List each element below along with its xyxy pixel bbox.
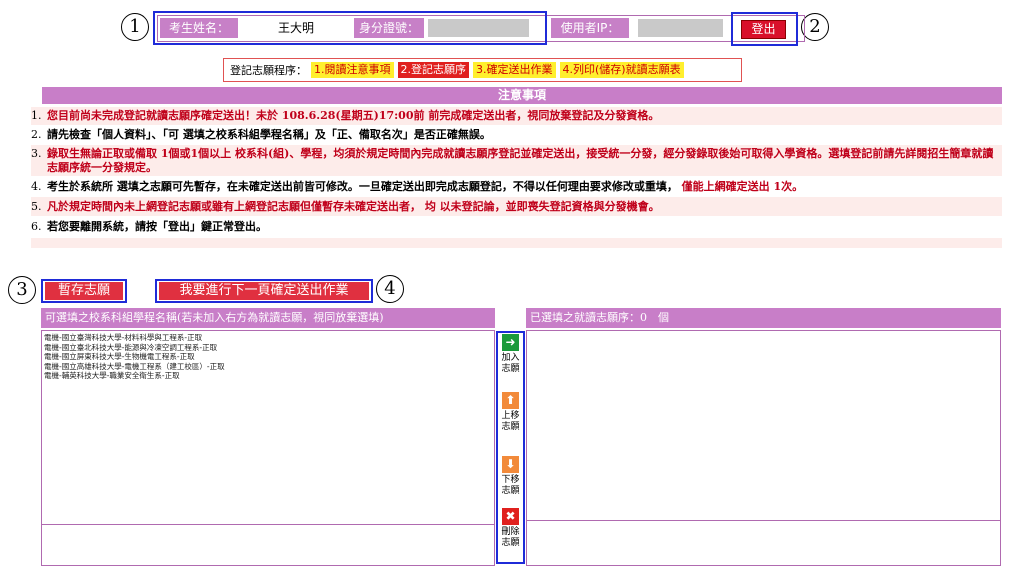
move-down-label-1: 下移 [501,475,520,485]
notice-num: 2. [31,128,42,141]
notice-item-5: 5. 凡於規定時間內未上網登記志願或雖有上網登記志願但僅暫存未確定送出者， 均 … [31,197,1002,216]
program-options: 電機-國立臺灣科技大學-材料科學與工程系-正取 電機-國立臺北科技大學-能源與冷… [44,333,489,381]
notice-item-6: 6. 若您要離開系統，請按「登出」鍵正常登出。 [31,216,1002,238]
ip-label: 使用者IP： [551,18,629,38]
callout-3: 3 [8,276,36,304]
notice-item-3: 3. 錄取生無論正取或備取 1個或1個以上 校系科(組)、學程，均須於規定時間內… [31,145,1002,176]
id-label: 身分證號： [354,18,424,38]
notice-text: 請先檢查「個人資料」、「可 選填之校系科組學程名稱」及「正、備取名次」是否正確無… [47,128,491,141]
notice-text: 您目前尚未完成登記就讀志願序確定送出！未於 108.6.28(星期五)17:00… [47,109,660,122]
arrow-right-icon: ➜ [502,334,519,351]
move-up-label-1: 上移 [501,411,520,421]
arrow-down-icon: ⬇ [502,456,519,473]
delete-choice-label-1: 刪除 [501,527,520,537]
close-icon: ✖ [502,508,519,525]
notice-text: 錄取生無論正取或備取 1個或1個以上 校系科(組)、學程，均須於規定時間內完成就… [47,147,994,174]
notice-num: 4. [31,179,42,193]
notice-title: 注意事項 [42,87,1002,104]
list-item[interactable]: 電機-國立臺灣科技大學-材料科學與工程系-正取 [44,333,489,343]
notice-num: 3. [31,147,42,160]
step-4[interactable]: 4.列印(儲存)就讀志願表 [559,62,684,78]
notice-text: 考生於系統所 選填之志願可先暫存，在未確定送出前皆可修改。一旦確定送出即完成志願… [47,179,678,193]
notice-item-4: 4. 考生於系統所 選填之志願可先暫存，在未確定送出前皆可修改。一旦確定送出即完… [31,176,1002,197]
list-item[interactable]: 電機-國立臺北科技大學-能源與冷凍空調工程系-正取 [44,343,489,353]
registration-steps: 登記志願程序： 1.閱讀注意事項 2.登記志願序 3.確定送出作業 4.列印(儲… [223,58,742,82]
notice-list: 1. 您目前尚未完成登記就讀志願序確定送出！未於 108.6.28(星期五)17… [31,107,1002,248]
name-value: 王大明 [278,21,315,35]
id-value [428,19,529,37]
selected-choices-title: 已選填之就讀志願序：0 個 [526,308,1001,328]
list-item[interactable]: 電機-國立高雄科技大學-電機工程系（建工校區）-正取 [44,362,489,372]
callout-2: 2 [801,13,829,41]
panel-divider [41,524,495,525]
next-step-button[interactable]: 我要進行下一頁確定送出作業 [159,282,369,300]
list-item[interactable]: 電機-國立屏東科技大學-生物機電工程系-正取 [44,352,489,362]
move-down-button[interactable]: ⬇ 下移 志願 [498,456,523,497]
move-up-label-2: 志願 [501,422,520,432]
notice-num: 6. [31,220,42,233]
add-choice-label-1: 加入 [501,353,520,363]
steps-title: 登記志願程序： [230,64,307,77]
name-label: 考生姓名： [160,18,238,38]
delete-choice-button[interactable]: ✖ 刪除 志願 [498,508,523,549]
move-up-button[interactable]: ⬆ 上移 志願 [498,392,523,433]
available-programs-title: 可選填之校系科組學程名稱(若未加入右方為就讀志願，視同放棄選填) [41,308,495,328]
add-choice-button[interactable]: ➜ 加入 志願 [498,334,523,375]
save-draft-button[interactable]: 暫存志願 [45,282,123,300]
step-1[interactable]: 1.閱讀注意事項 [311,62,394,78]
ip-value [638,19,723,37]
notice-text-emphasis: 僅能上網確定送出 1次。 [677,179,804,193]
callout-4: 4 [376,275,404,303]
notice-item-2: 2. 請先檢查「個人資料」、「可 選填之校系科組學程名稱」及「正、備取名次」是否… [31,125,1002,145]
list-item[interactable]: 電機-輔英科技大學-職業安全衛生系-正取 [44,371,489,381]
selected-choices-list[interactable] [526,330,1001,566]
notice-spacer [31,238,1002,248]
notice-text: 凡於規定時間內未上網登記志願或雖有上網登記志願但僅暫存未確定送出者， 均 以未登… [47,199,660,213]
panel-divider [526,520,1001,521]
delete-choice-label-2: 志願 [501,538,520,548]
callout-1: 1 [121,13,149,41]
notice-item-1: 1. 您目前尚未完成登記就讀志願序確定送出！未於 108.6.28(星期五)17… [31,107,1002,125]
arrow-up-icon: ⬆ [502,392,519,409]
add-choice-label-2: 志願 [501,364,520,374]
logout-button[interactable]: 登出 [741,20,786,39]
notice-num: 1. [31,109,42,122]
step-3[interactable]: 3.確定送出作業 [473,62,556,78]
step-2[interactable]: 2.登記志願序 [397,62,469,78]
notice-text: 若您要離開系統，請按「登出」鍵正常登出。 [47,220,267,233]
notice-num: 5. [31,199,42,213]
move-down-label-2: 志願 [501,486,520,496]
